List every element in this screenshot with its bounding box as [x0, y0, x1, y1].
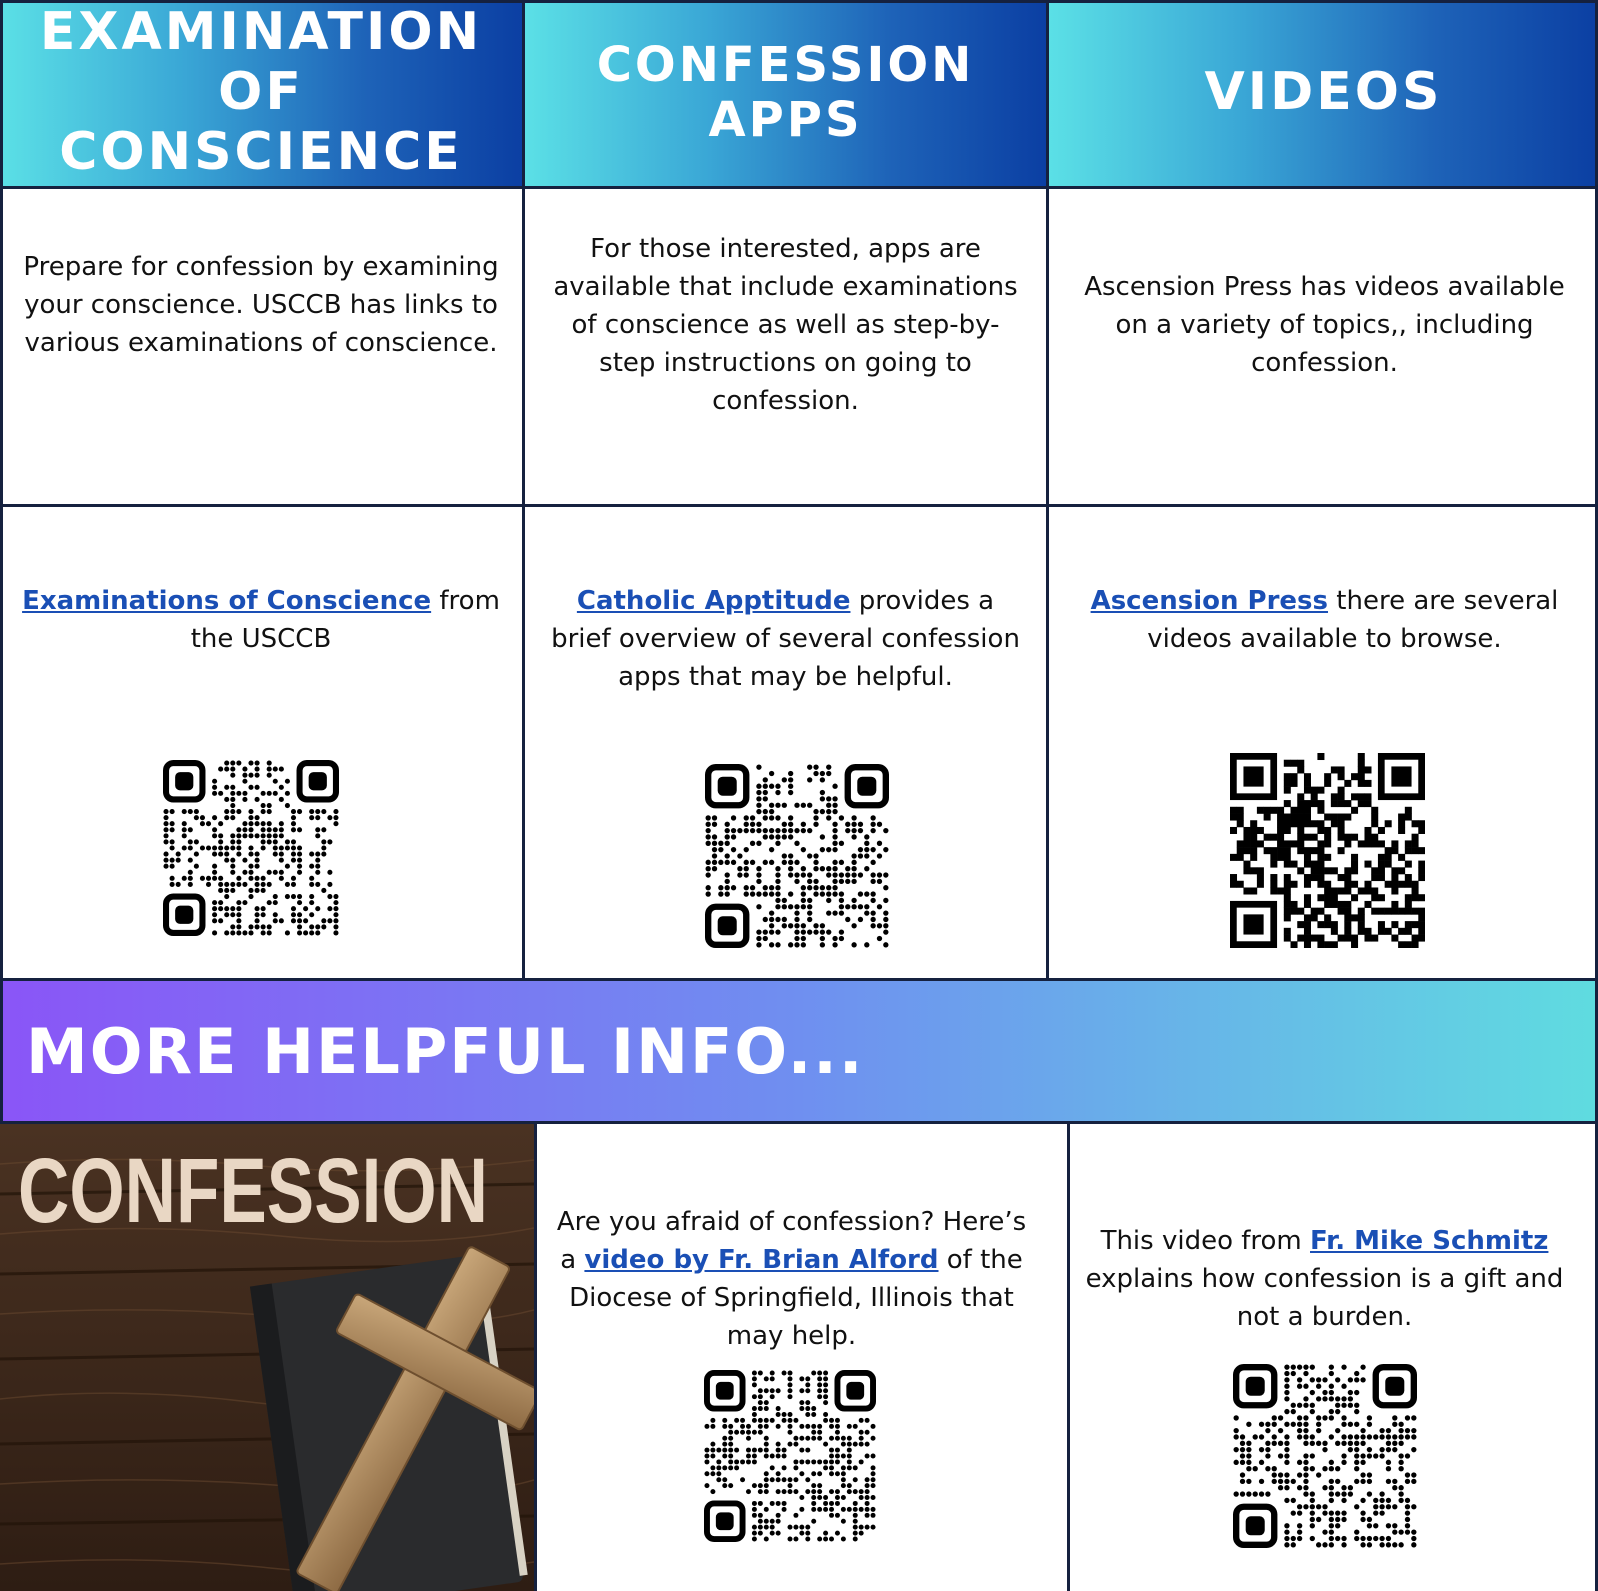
description-examination: Prepare for confession by examining your…	[20, 248, 502, 362]
description-apps-text: For those interested, apps are available…	[553, 234, 1018, 416]
grid-line	[0, 186, 1598, 189]
brian-alford-video-link[interactable]: video by Fr. Brian Alford	[584, 1245, 938, 1275]
header-videos-title: VIDEOS	[1204, 62, 1443, 123]
bottom-schmitz-text: This video from Fr. Mike Schmitz explain…	[1072, 1222, 1577, 1336]
banner-title: MORE HELPFUL INFO...	[26, 1014, 865, 1088]
description-examination-text: Prepare for confession by examining your…	[23, 252, 499, 358]
grid-line	[522, 0, 525, 981]
header-examination: EXAMINATION OF CONSCIENCE	[0, 0, 522, 186]
bottom-alford-text: Are you afraid of confession? Here’s a v…	[555, 1203, 1028, 1355]
grid-line	[534, 1124, 537, 1591]
grid-line	[0, 978, 1598, 981]
link-block-videos: Ascension Press there are several videos…	[1072, 582, 1577, 658]
grid-line	[0, 981, 3, 1124]
header-confession-apps: CONFESSION APPS	[525, 0, 1046, 186]
bottom-schmitz-suffix: explains how confession is a gift and no…	[1085, 1264, 1564, 1332]
examinations-of-conscience-link[interactable]: Examinations of Conscience	[22, 586, 431, 616]
mike-schmitz-link[interactable]: Fr. Mike Schmitz	[1310, 1226, 1548, 1256]
confession-image-art: CONFESSION	[0, 1124, 534, 1591]
grid-line	[0, 0, 3, 981]
catholic-apptitude-link[interactable]: Catholic Apptitude	[577, 586, 851, 616]
qr-code-icon[interactable]	[1233, 1364, 1417, 1548]
ascension-press-link[interactable]: Ascension Press	[1091, 586, 1328, 616]
image-word: CONFESSION	[18, 1140, 488, 1242]
more-helpful-info-banner: MORE HELPFUL INFO...	[0, 981, 1598, 1121]
grid-line	[1046, 0, 1049, 981]
qr-code-icon[interactable]	[163, 760, 339, 936]
bottom-schmitz-prefix: This video from	[1100, 1226, 1311, 1256]
description-videos-text: Ascension Press has videos available on …	[1084, 272, 1565, 378]
grid-line	[1067, 1124, 1070, 1591]
qr-code-icon[interactable]	[1230, 753, 1425, 948]
header-videos: VIDEOS	[1049, 0, 1598, 186]
grid-line	[0, 504, 1598, 507]
link-block-apps: Catholic Apptitude provides a brief over…	[545, 582, 1026, 696]
confession-image: CONFESSION	[0, 1124, 534, 1591]
qr-code-icon[interactable]	[704, 1370, 876, 1542]
description-apps: For those interested, apps are available…	[545, 230, 1026, 420]
grid-line	[0, 0, 1598, 3]
header-examination-title: EXAMINATION OF CONSCIENCE	[39, 2, 483, 182]
grid-line	[0, 1121, 1598, 1124]
header-apps-title: CONFESSION APPS	[596, 36, 975, 148]
qr-code-icon[interactable]	[705, 764, 889, 948]
link-block-examination: Examinations of Conscience from the USCC…	[20, 582, 502, 658]
description-videos: Ascension Press has videos available on …	[1072, 268, 1577, 382]
